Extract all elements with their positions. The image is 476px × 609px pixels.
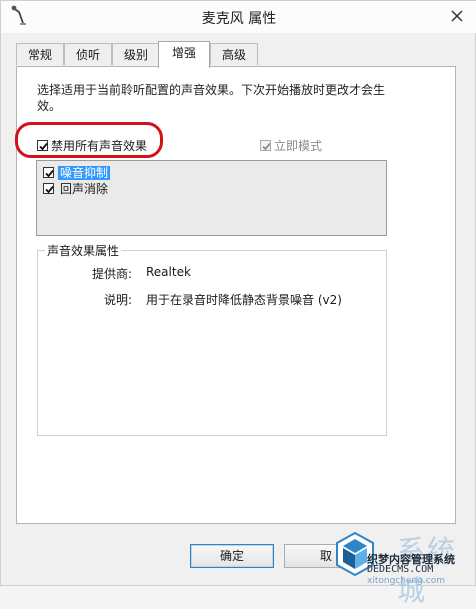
effect-description-label: 说明: <box>103 293 132 307</box>
dialog-window: 麦克风 属性 常规 侦听 级别 增强 高级 选择适用于当前聆听配置的声音效果。下… <box>0 0 476 607</box>
disable-all-effects-label: 禁用所有声音效果 <box>51 139 148 153</box>
provider-value: Realtek <box>146 265 191 279</box>
checkmark-icon <box>45 169 54 178</box>
echo-cancellation-checkbox[interactable] <box>43 183 54 194</box>
noise-suppression-label: 噪音抑制 <box>58 165 111 180</box>
checkmark-icon <box>39 142 48 151</box>
list-item-echo-cancellation[interactable]: 回声消除 <box>43 180 110 196</box>
immediate-mode-label: 立即模式 <box>274 139 323 153</box>
checkmark-icon <box>45 185 54 194</box>
disable-all-effects-row[interactable]: 禁用所有声音效果 <box>37 137 147 154</box>
provider-label: 提供商: <box>91 267 132 281</box>
effects-list[interactable]: 噪音抑制 回声消除 <box>36 160 387 236</box>
effect-description-value: 用于在录音时降低静态背景噪音 (v2) <box>146 293 342 307</box>
immediate-mode-checkbox[interactable] <box>260 140 271 151</box>
enhancements-description: 选择适用于当前聆听配置的声音效果。下次开始播放时更改才会生效。 <box>37 83 386 113</box>
tab-listen[interactable]: 侦听 <box>64 43 112 65</box>
close-icon <box>451 10 463 22</box>
tab-general[interactable]: 常规 <box>16 43 64 65</box>
list-item-noise-suppression[interactable]: 噪音抑制 <box>43 164 111 180</box>
tab-levels[interactable]: 级别 <box>112 43 160 65</box>
checkmark-icon <box>262 142 271 151</box>
tab-enhancements[interactable]: 增强 <box>158 41 210 68</box>
immediate-mode-row[interactable]: 立即模式 <box>260 137 322 154</box>
disable-all-effects-checkbox[interactable] <box>37 140 48 151</box>
watermark-line2: DEDECMS.COM <box>367 564 434 575</box>
ok-button[interactable]: 确定 <box>190 544 274 568</box>
tab-advanced[interactable]: 高级 <box>210 43 258 65</box>
group-title: 声音效果属性 <box>45 242 122 259</box>
close-button[interactable] <box>445 5 469 27</box>
watermark-line3: xitongcheng.com <box>367 576 445 586</box>
effect-properties-group: 声音效果属性 提供商: Realtek 说明: 用于在录音时降低静态背景噪音 (… <box>37 242 387 436</box>
echo-cancellation-label: 回声消除 <box>60 181 109 196</box>
title-bar: 麦克风 属性 <box>1 1 476 33</box>
window-title: 麦克风 属性 <box>201 11 277 27</box>
noise-suppression-checkbox[interactable] <box>43 167 54 178</box>
